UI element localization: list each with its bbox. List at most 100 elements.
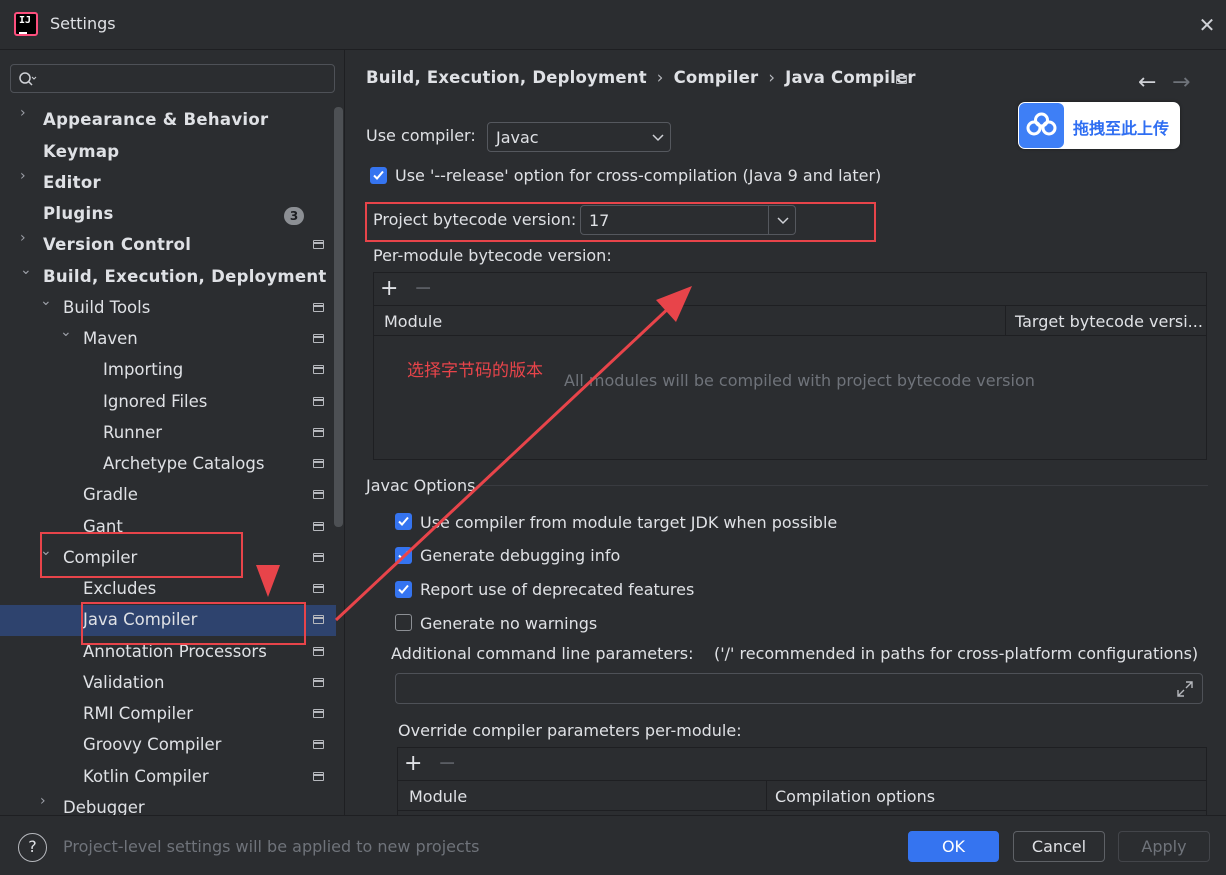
column-header-module[interactable]: Module xyxy=(409,787,467,806)
sidebar-item-importing[interactable]: Importing xyxy=(103,355,183,385)
project-scope-icon xyxy=(313,459,324,468)
project-scope-icon xyxy=(313,522,324,531)
apply-button[interactable]: Apply xyxy=(1118,831,1210,862)
breadcrumb: Build, Execution, Deployment › Compiler › Ja… xyxy=(366,68,916,87)
help-icon[interactable]: ? xyxy=(18,833,47,862)
add-icon[interactable]: + xyxy=(404,753,422,775)
use-compiler-value: Javac xyxy=(496,128,539,147)
search-icon xyxy=(19,72,37,86)
expand-icon[interactable] xyxy=(1175,679,1195,699)
sidebar-item-build-tools[interactable]: Build Tools xyxy=(63,293,150,323)
sidebar-item-validation[interactable]: Validation xyxy=(83,668,164,698)
close-icon[interactable]: ✕ xyxy=(1194,12,1220,38)
sidebar-item-editor[interactable]: Editor xyxy=(43,168,101,198)
sidebar-item-archetype-catalogs[interactable]: Archetype Catalogs xyxy=(103,449,264,479)
project-scope-icon xyxy=(313,740,324,749)
project-scope-icon xyxy=(313,490,324,499)
sidebar-item-build-execution[interactable]: Build, Execution, Deployment xyxy=(43,262,327,292)
additional-params-input[interactable] xyxy=(395,673,1203,704)
upload-widget-label: 拖拽至此上传 xyxy=(1073,119,1170,138)
sidebar-item-rmi-compiler[interactable]: RMI Compiler xyxy=(83,699,193,729)
project-scope-icon xyxy=(313,240,324,249)
annotation-box-bytecode xyxy=(365,202,876,242)
chevron-down-icon[interactable]: ⌄ xyxy=(40,293,54,323)
column-divider xyxy=(766,781,767,810)
release-option-checkbox[interactable] xyxy=(370,167,387,184)
additional-params-label: Additional command line parameters: xyxy=(391,644,694,663)
checkmark-icon xyxy=(398,584,409,594)
project-scope-icon xyxy=(313,428,324,437)
override-params-table: + − Module Compilation options xyxy=(397,747,1207,815)
breadcrumb-separator: › xyxy=(656,68,664,87)
no-warnings-checkbox[interactable] xyxy=(395,614,412,631)
sidebar-item-version-control[interactable]: Version Control xyxy=(43,230,191,260)
sidebar-item-keymap[interactable]: Keymap xyxy=(43,137,119,167)
ok-button[interactable]: OK xyxy=(908,831,999,862)
use-compiler-select[interactable]: Javac xyxy=(487,122,671,152)
remove-icon: − xyxy=(414,276,433,301)
sidebar-item-gradle[interactable]: Gradle xyxy=(83,480,138,510)
table-header: Module Target bytecode versi... xyxy=(374,305,1206,336)
column-divider xyxy=(1005,306,1006,335)
forward-arrow-icon: → xyxy=(1172,70,1191,95)
remove-icon: − xyxy=(438,751,457,776)
chevron-right-icon[interactable]: › xyxy=(20,230,34,260)
use-module-jdk-checkbox[interactable] xyxy=(395,513,412,530)
debugging-info-label: Generate debugging info xyxy=(420,546,621,565)
release-option-label: Use '--release' option for cross-compila… xyxy=(395,166,882,185)
window-title: Settings xyxy=(50,14,116,33)
checkmark-icon xyxy=(398,550,409,560)
project-scope-icon xyxy=(313,397,324,406)
section-divider xyxy=(476,485,1208,486)
project-scope-icon xyxy=(313,365,324,374)
project-scope-icon xyxy=(313,678,324,687)
column-header-target-bytecode[interactable]: Target bytecode versi... xyxy=(1015,312,1203,331)
deprecated-features-checkbox[interactable] xyxy=(395,581,412,598)
sidebar-item-appearance[interactable]: Appearance & Behavior xyxy=(43,105,268,135)
back-arrow-icon[interactable]: ← xyxy=(1138,70,1156,95)
debugging-info-checkbox[interactable] xyxy=(395,547,412,564)
project-scope-icon xyxy=(313,584,324,593)
annotation-box-compiler xyxy=(40,532,243,578)
project-scope-icon xyxy=(313,709,324,718)
sidebar-item-groovy-compiler[interactable]: Groovy Compiler xyxy=(83,730,221,760)
chevron-right-icon[interactable]: › xyxy=(20,168,34,198)
footer-info-text: Project-level settings will be applied t… xyxy=(63,837,480,856)
override-params-label: Override compiler parameters per-module: xyxy=(398,721,742,740)
upload-drop-widget[interactable]: 拖拽至此上传 xyxy=(1018,102,1180,149)
sidebar-item-plugins[interactable]: Plugins xyxy=(43,199,114,229)
per-module-label: Per-module bytecode version: xyxy=(373,246,612,265)
project-scope-icon xyxy=(313,553,324,562)
sidebar-item-runner[interactable]: Runner xyxy=(103,418,162,448)
chevron-right-icon[interactable]: › xyxy=(20,105,34,135)
sidebar-item-excludes[interactable]: Excludes xyxy=(83,574,156,604)
sidebar-item-ignored-files[interactable]: Ignored Files xyxy=(103,387,207,417)
title-bar xyxy=(0,0,1226,50)
settings-search-input[interactable] xyxy=(10,64,335,93)
checkmark-icon xyxy=(373,170,384,180)
sidebar-item-maven[interactable]: Maven xyxy=(83,324,138,354)
project-scope-icon xyxy=(896,75,907,84)
project-scope-icon xyxy=(313,647,324,656)
annotation-box-java-compiler xyxy=(81,602,306,645)
sidebar-scrollbar[interactable] xyxy=(334,107,343,527)
add-icon[interactable]: + xyxy=(380,278,398,300)
intellij-logo-icon: IJ xyxy=(14,12,38,36)
breadcrumb-item: Build, Execution, Deployment xyxy=(366,68,647,87)
chevron-down-icon[interactable]: ⌄ xyxy=(60,324,74,354)
column-header-module[interactable]: Module xyxy=(384,312,442,331)
checkmark-icon xyxy=(398,516,409,526)
use-module-jdk-label: Use compiler from module target JDK when… xyxy=(420,513,838,532)
cloud-upload-logo-icon xyxy=(1019,103,1064,148)
additional-params-hint: ('/' recommended in paths for cross-plat… xyxy=(714,644,1199,663)
sidebar-item-kotlin-compiler[interactable]: Kotlin Compiler xyxy=(83,762,209,792)
column-header-compilation-options[interactable]: Compilation options xyxy=(775,787,935,806)
cancel-button[interactable]: Cancel xyxy=(1013,831,1105,862)
plugins-count-badge: 3 xyxy=(284,207,304,225)
chevron-down-icon[interactable]: ⌄ xyxy=(20,262,34,292)
project-scope-icon xyxy=(313,303,324,312)
breadcrumb-separator: › xyxy=(768,68,776,87)
project-scope-icon xyxy=(313,772,324,781)
breadcrumb-item: Compiler xyxy=(673,68,759,87)
use-compiler-label: Use compiler: xyxy=(366,126,476,145)
